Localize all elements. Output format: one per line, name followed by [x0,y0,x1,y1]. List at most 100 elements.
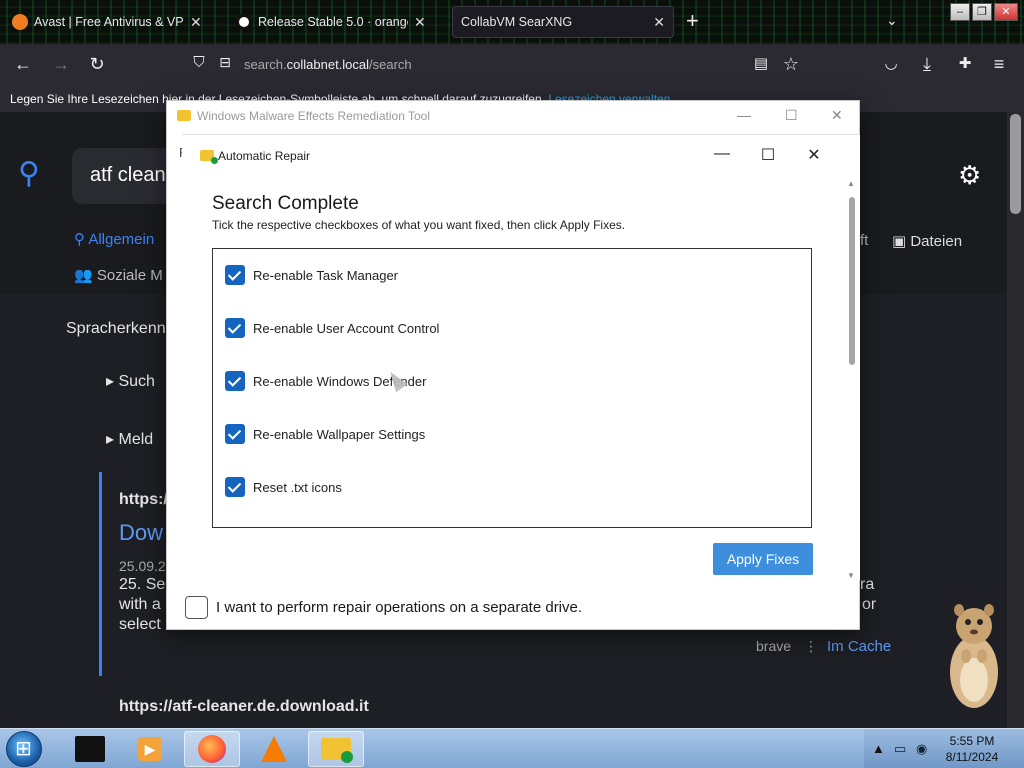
result-engine: brave [756,638,792,654]
suggestions-label: Such [118,373,155,390]
checkbox-checked[interactable] [225,265,245,285]
result-snippet-line: ra [860,576,875,593]
dialog-scrollbar[interactable]: ▲ ▼ [847,179,856,580]
result-snippet-line: 25. Se [119,576,166,593]
vlc-app-icon[interactable] [246,731,302,767]
cached-link[interactable]: Im Cache [827,638,891,655]
taskbar: ▶ ▲ ▭ ◉ 5:55 PM 8/11/2024 [0,728,1024,768]
tray-expand-icon[interactable]: ▲ [872,741,885,756]
result-url[interactable]: https://atf-cleaner.de.download.it [119,698,369,716]
url-field[interactable]: search.collabnet.local/search [244,57,412,72]
checkbox-checked[interactable] [225,424,245,444]
separate-drive-label: I want to perform repair operations on a… [216,599,583,616]
search-logo-icon[interactable]: ⚲ [18,156,40,191]
extensions-icon[interactable]: ✚ [954,54,976,72]
separate-drive-checkbox[interactable] [185,596,208,619]
taskbar-clock[interactable]: 5:55 PM 8/11/2024 [940,733,1004,765]
dialog-maximize-icon[interactable]: ☐ [758,145,778,165]
volume-icon[interactable]: ◉ [916,741,927,757]
separate-drive-option[interactable]: I want to perform repair operations on a… [185,596,582,619]
result-snippet-line: or [862,596,877,613]
tab-close-icon[interactable]: ✕ [653,14,665,31]
clock-date: 8/11/2024 [945,750,999,764]
terminal-app-icon[interactable] [62,731,118,767]
forward-arrow-icon[interactable]: → [50,54,72,75]
category-science[interactable]: ft [860,232,868,249]
suggestions-toggle[interactable]: ▸ Such [106,371,155,391]
back-arrow-icon[interactable]: ← [12,54,34,75]
url-prefix: search. [244,57,287,72]
restore-button[interactable]: ❐ [972,3,992,21]
result-accent-bar [99,472,102,676]
network-icon[interactable]: ▭ [894,741,906,757]
checkbox-checked[interactable] [225,477,245,497]
browser-navbar: ← → ↻ ⛉ ⊟ search.collabnet.local/search … [0,44,1024,86]
close-icon[interactable]: ✕ [831,107,843,124]
remediation-tool-app-icon[interactable] [308,731,364,767]
automatic-repair-dialog: Automatic Repair — ☐ ✕ Search Complete T… [182,134,860,580]
tab-github[interactable]: Release Stable 5.0 · orangegrou ✕ [228,6,434,38]
fix-item-label: Re-enable Wallpaper Settings [253,426,426,442]
settings-gear-icon[interactable]: ⚙ [958,160,981,191]
category-general[interactable]: ⚲ Allgemein [74,230,154,248]
dialog-close-icon[interactable]: ✕ [804,145,824,165]
fix-item-label: Reset .txt icons [253,479,342,495]
address-bar-icon[interactable]: ⊟ [214,54,236,71]
fix-item-label: Re-enable Task Manager [253,267,399,283]
tab-searxng[interactable]: CollabVM SearXNG ✕ [452,6,674,38]
firefox-app-icon[interactable] [184,731,240,767]
dialog-minimize-icon[interactable]: — [712,145,732,163]
tab-title: CollabVM SearXNG [461,15,573,29]
download-icon[interactable]: ⤓ [916,54,938,75]
close-window-button[interactable]: ✕ [994,3,1018,21]
start-button[interactable] [6,731,42,767]
page-scrollbar-thumb[interactable] [1010,114,1021,214]
clock-time: 5:55 PM [949,734,995,748]
tab-close-icon[interactable]: ✕ [190,14,202,31]
category-files-label: Dateien [910,233,963,250]
checkbox-checked[interactable] [225,318,245,338]
menu-icon[interactable]: ≡ [988,54,1010,75]
minimize-button[interactable]: – [950,3,970,21]
reader-view-icon[interactable]: ▤ [750,54,772,72]
category-general-label: Allgemein [88,231,155,248]
bookmark-star-icon[interactable]: ☆ [780,54,802,75]
tab-close-icon[interactable]: ✕ [414,14,426,31]
shield-icon[interactable]: ⛉ [188,54,210,71]
url-path: /search [369,57,412,72]
report-toggle[interactable]: ▸ Meld [106,429,153,449]
report-label: Meld [118,431,154,448]
folder-check-icon [200,150,218,164]
tab-list-chevron-icon[interactable]: ⌄ [886,12,898,29]
result-url[interactable]: https:/ [119,491,168,509]
github-icon [236,14,252,30]
minimize-icon[interactable]: — [737,107,751,123]
instructions-text: Tick the respective checkboxes of what y… [212,218,626,232]
scroll-up-icon[interactable]: ▲ [847,179,855,188]
scroll-down-icon[interactable]: ▼ [847,571,855,580]
tab-title: Release Stable 5.0 · orangegrou [258,15,408,29]
fix-item-txt-icons[interactable]: Reset .txt icons [225,476,342,498]
fix-item-uac[interactable]: Re-enable User Account Control [225,317,439,339]
category-social[interactable]: 👥 Soziale M [74,266,163,284]
dialog-scrollbar-thumb[interactable] [849,197,855,365]
window-title: Windows Malware Effects Remediation Tool [197,109,430,123]
category-files[interactable]: ▣ Dateien [892,232,962,250]
url-host: collabnet.local [286,57,370,72]
fix-item-wallpaper[interactable]: Re-enable Wallpaper Settings [225,423,425,445]
media-player-app-icon[interactable]: ▶ [122,731,178,767]
checkbox-checked[interactable] [225,371,245,391]
browser-tabstrip: Avast | Free Antivirus & VPN Do ✕ Releas… [0,0,1024,44]
maximize-icon[interactable]: ☐ [785,107,798,124]
fix-item-task-manager[interactable]: Re-enable Task Manager [225,264,398,286]
apply-fixes-button[interactable]: Apply Fixes [713,543,813,575]
language-detection-label: Spracherkenn [66,320,166,337]
hamster-image [950,604,998,708]
new-tab-button[interactable]: + [686,10,699,32]
tab-avast[interactable]: Avast | Free Antivirus & VPN Do ✕ [4,6,210,38]
reload-icon[interactable]: ↻ [86,54,108,75]
page-scrollbar[interactable] [1007,112,1024,728]
result-title-link[interactable]: Dow [119,520,163,546]
pocket-icon[interactable]: ◡ [880,54,902,72]
result-snippet-line: select [119,616,161,633]
